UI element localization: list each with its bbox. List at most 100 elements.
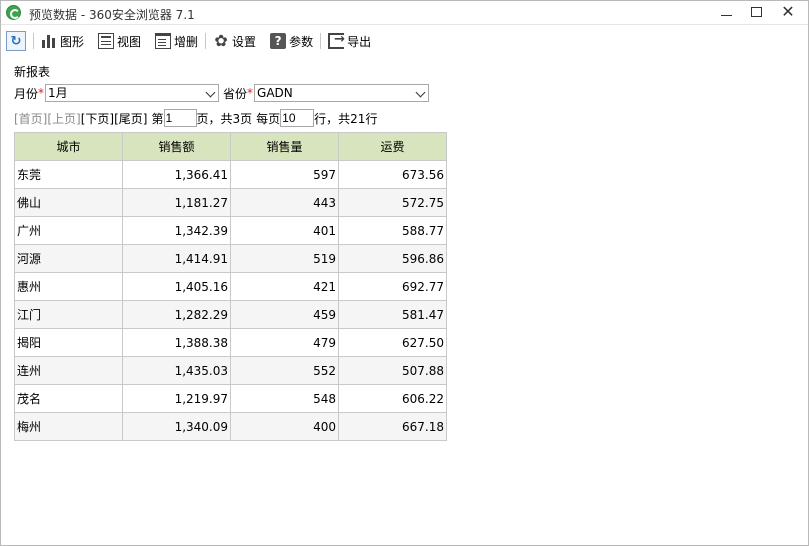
cell-freight: 581.47 [338, 300, 447, 329]
settings-label: 设置 [232, 34, 257, 49]
report-name: 新报表 [14, 65, 51, 79]
table-row: 广州 1,342.39 401 588.77 [14, 216, 447, 245]
cell-quantity: 479 [230, 328, 339, 357]
view-label: 视图 [117, 34, 142, 49]
prev-page-link[interactable]: [上页] [47, 110, 80, 127]
params-label: 参数 [289, 34, 314, 49]
refresh-button[interactable]: ↻ [6, 31, 26, 51]
cell-sales: 1,414.91 [122, 244, 231, 273]
filter-row: 月份 * 1月 省份 * GADN [14, 84, 430, 102]
table-row: 连州 1,435.03 552 507.88 [14, 356, 447, 385]
page-suffix: 页，共3页 [196, 111, 253, 126]
maximize-button[interactable] [741, 1, 771, 23]
refresh-icon: ↻ [10, 33, 22, 49]
cell-quantity: 552 [230, 356, 339, 385]
view-icon [98, 33, 115, 49]
cell-quantity: 548 [230, 384, 339, 413]
settings-button[interactable]: ✿ 设置 [213, 30, 256, 52]
cell-city: 广州 [14, 216, 123, 245]
per-page-prefix: 每页 [256, 111, 281, 126]
minimize-button[interactable] [711, 1, 741, 23]
edit-table-icon [155, 33, 172, 49]
cell-quantity: 519 [230, 244, 339, 273]
cell-freight: 572.75 [338, 188, 447, 217]
next-page-link[interactable]: [下页] [81, 110, 114, 127]
required-mark: * [38, 86, 45, 100]
cell-quantity: 597 [230, 160, 339, 189]
required-mark: * [247, 86, 254, 100]
toolbar-divider [33, 33, 34, 49]
export-button[interactable]: 导出 [328, 30, 371, 52]
table-row: 河源 1,414.91 519 596.86 [14, 244, 447, 273]
table-header-row: 城市 销售额 销售量 运费 [14, 132, 447, 161]
gear-icon: ✿ [214, 31, 228, 50]
view-button[interactable]: 视图 [98, 30, 141, 52]
cell-city: 东莞 [14, 160, 123, 189]
page-number-input[interactable] [163, 109, 197, 127]
cell-city: 揭阳 [14, 328, 123, 357]
cell-sales: 1,181.27 [122, 188, 231, 217]
cell-quantity: 400 [230, 412, 339, 441]
toolbar-divider [320, 33, 322, 49]
browser-window: 预览数据 - 360安全浏览器 7.1 ✕ ↻ 图形 视图 增删 ✿ 设置 ? [0, 0, 809, 546]
table-row: 江门 1,282.29 459 581.47 [14, 300, 447, 329]
cell-quantity: 443 [230, 188, 339, 217]
cell-sales: 1,282.29 [122, 300, 231, 329]
table-row: 东莞 1,366.41 597 673.56 [14, 160, 447, 189]
cell-city: 佛山 [14, 188, 123, 217]
column-header-city: 城市 [14, 132, 123, 161]
cell-freight: 507.88 [338, 356, 447, 385]
window-title: 预览数据 - 360安全浏览器 7.1 [29, 8, 195, 22]
table-row: 揭阳 1,388.38 479 627.50 [14, 328, 447, 357]
maximize-icon [750, 7, 762, 17]
column-header-sales: 销售额 [122, 132, 231, 161]
question-icon: ? [270, 33, 287, 49]
chart-button[interactable]: 图形 [41, 30, 84, 52]
page-size-input[interactable] [280, 109, 315, 127]
month-select[interactable]: 1月 [45, 84, 220, 102]
rows-suffix: 行，共21行 [314, 111, 378, 126]
page-prefix: 第 [151, 111, 164, 126]
table-row: 佛山 1,181.27 443 572.75 [14, 188, 447, 217]
export-label: 导出 [347, 34, 372, 49]
first-page-link[interactable]: [首页] [14, 110, 47, 127]
toolbar: ↻ 图形 视图 增删 ✿ 设置 ? 参数 导出 [1, 26, 808, 56]
last-page-link[interactable]: [尾页] [114, 110, 147, 127]
province-select[interactable]: GADN [254, 84, 430, 102]
pagination: [首页] [上页] [下页] [尾页] 第 页，共3页 每页 行，共21行 [14, 109, 377, 127]
month-value: 1月 [48, 86, 68, 100]
cell-freight: 588.77 [338, 216, 447, 245]
cell-sales: 1,219.97 [122, 384, 231, 413]
bar-chart-icon [41, 33, 57, 49]
params-button[interactable]: ? 参数 [270, 30, 313, 52]
cell-city: 连州 [14, 356, 123, 385]
chart-label: 图形 [60, 34, 85, 49]
cell-quantity: 459 [230, 300, 339, 329]
add-delete-button[interactable]: 增删 [155, 30, 198, 52]
browser-logo-icon [6, 5, 21, 20]
month-label: 月份 [14, 86, 39, 101]
cell-sales: 1,342.39 [122, 216, 231, 245]
cell-city: 江门 [14, 300, 123, 329]
export-icon [328, 32, 345, 49]
cell-city: 河源 [14, 244, 123, 273]
cell-freight: 596.86 [338, 244, 447, 273]
cell-freight: 606.22 [338, 384, 447, 413]
close-button[interactable]: ✕ [773, 1, 803, 23]
cell-city: 茂名 [14, 384, 123, 413]
cell-freight: 673.56 [338, 160, 447, 189]
cell-quantity: 421 [230, 272, 339, 301]
table-row: 惠州 1,405.16 421 692.77 [14, 272, 447, 301]
cell-sales: 1,366.41 [122, 160, 231, 189]
cell-sales: 1,388.38 [122, 328, 231, 357]
table-row: 茂名 1,219.97 548 606.22 [14, 384, 447, 413]
toolbar-divider [205, 33, 207, 49]
cell-city: 梅州 [14, 412, 123, 441]
column-header-freight: 运费 [338, 132, 447, 161]
data-table: 城市 销售额 销售量 运费 东莞 1,366.41 597 673.56 佛山 1,181… [14, 132, 447, 441]
province-label: 省份 [223, 86, 248, 101]
add-delete-label: 增删 [174, 34, 199, 49]
cell-freight: 667.18 [338, 412, 447, 441]
minimize-icon [720, 14, 732, 16]
province-value: GADN [257, 86, 293, 100]
